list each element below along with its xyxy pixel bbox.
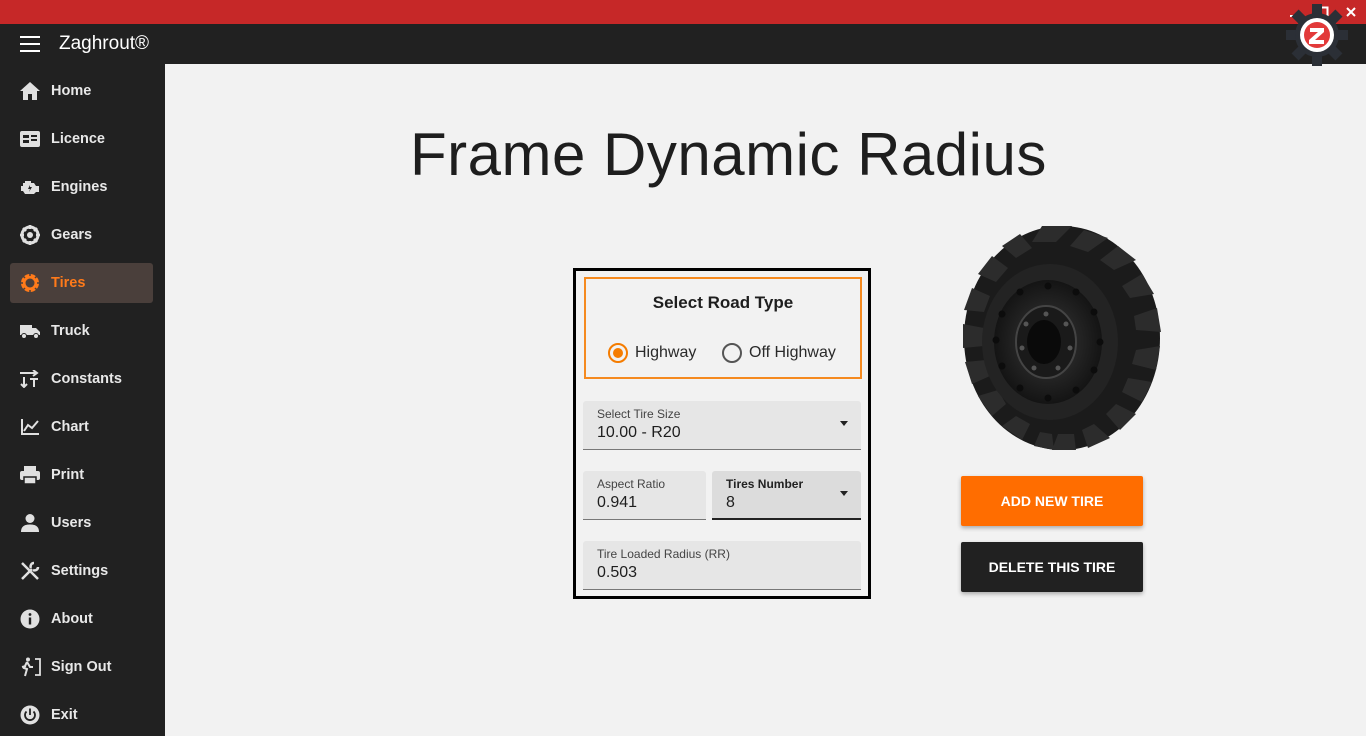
sidebar-item-label: Gears [51,227,93,243]
info-icon [18,607,42,631]
sidebar-item-label: Chart [51,419,89,435]
sidebar-item-label: Exit [51,707,78,723]
truck-icon [18,319,42,343]
sidebar-item-licence[interactable]: Licence [10,119,153,159]
radio-highway[interactable]: Highway [608,343,696,363]
aspect-ratio-value: 0.941 [597,494,638,511]
page-title: Frame Dynamic Radius [410,121,1047,188]
sidebar-item-label: Users [51,515,92,531]
gear-icon [18,223,42,247]
tire-icon [18,271,42,295]
app-bar: Zaghrout® [0,24,1366,64]
constants-icon [18,367,42,391]
user-icon [18,511,42,535]
road-type-group: Select Road Type Highway Off Highway [584,277,862,379]
delete-tire-button[interactable]: DELETE THIS TIRE [961,542,1143,592]
loaded-radius-value: 0.503 [597,564,638,581]
menu-icon[interactable] [20,36,40,52]
print-icon [18,463,42,487]
tires-number-value: 8 [726,494,735,511]
sidebar-item-label: Licence [51,131,105,147]
settings-icon [18,559,42,583]
sidebar-item-about[interactable]: About [10,599,153,639]
tires-number-label: Tires Number [726,477,804,491]
sidebar-item-label: Tires [51,275,86,291]
window-titlebar [0,0,1366,24]
radio-checked-icon [608,343,628,363]
sidebar-item-truck[interactable]: Truck [10,311,153,351]
sidebar-item-print[interactable]: Print [10,455,153,495]
tire-size-label: Select Tire Size [597,407,681,421]
tire-form-panel: Select Road Type Highway Off Highway Sel… [573,268,871,599]
sidebar-item-gears[interactable]: Gears [10,215,153,255]
sidebar-item-label: Settings [51,563,109,579]
sign-out-icon [18,655,42,679]
home-icon [18,79,42,103]
add-new-tire-button[interactable]: ADD NEW TIRE [961,476,1143,526]
sidebar-item-exit[interactable]: Exit [10,695,153,735]
sidebar-item-settings[interactable]: Settings [10,551,153,591]
sidebar-item-tires[interactable]: Tires [10,263,153,303]
sidebar-item-engines[interactable]: Engines [10,167,153,207]
tire-size-value: 10.00 - R20 [597,424,681,441]
sidebar-item-home[interactable]: Home [10,71,153,111]
road-type-title: Select Road Type [652,293,794,312]
radio-off-highway[interactable]: Off Highway [722,343,836,363]
tire-image [963,226,1161,450]
licence-icon [18,127,42,151]
aspect-ratio-field[interactable]: Aspect Ratio 0.941 [583,471,706,520]
sidebar-item-label: Truck [51,323,90,339]
sidebar: Home Licence Engines Gears Tires Truck C… [0,64,165,736]
tire-size-select[interactable]: Select Tire Size 10.00 - R20 [583,401,861,450]
sidebar-item-label: Engines [51,179,108,195]
aspect-ratio-label: Aspect Ratio [597,477,666,491]
app-title: Zaghrout® [59,33,150,54]
radio-label: Off Highway [749,344,836,361]
dropdown-arrow-icon [840,421,848,426]
sidebar-item-label: Print [51,467,85,483]
loaded-radius-label: Tire Loaded Radius (RR) [597,547,730,561]
sidebar-item-sign-out[interactable]: Sign Out [10,647,153,687]
zaghrout-logo-icon [1286,4,1348,66]
sidebar-item-label: Sign Out [51,659,112,675]
tires-number-select[interactable]: Tires Number 8 [712,471,861,520]
chart-icon [18,415,42,439]
sidebar-item-label: Constants [51,371,122,387]
radio-label: Highway [635,344,697,361]
engine-icon [18,175,42,199]
sidebar-item-constants[interactable]: Constants [10,359,153,399]
loaded-radius-field[interactable]: Tire Loaded Radius (RR) 0.503 [583,541,861,590]
dropdown-arrow-icon [840,491,848,496]
sidebar-item-label: About [51,611,93,627]
radio-unchecked-icon [722,343,742,363]
power-icon [18,703,42,727]
sidebar-item-chart[interactable]: Chart [10,407,153,447]
sidebar-item-label: Home [51,83,92,99]
sidebar-item-users[interactable]: Users [10,503,153,543]
